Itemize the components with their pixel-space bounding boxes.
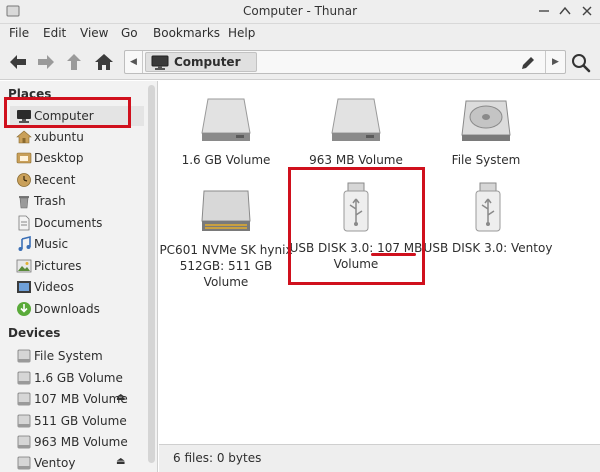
window-title: Computer - Thunar (242, 4, 358, 18)
menu-file[interactable]: File (9, 26, 29, 40)
hard-drive-icon (201, 98, 251, 141)
eject-icon[interactable]: ⏏ (116, 456, 125, 467)
up-arrow-icon[interactable] (62, 50, 86, 74)
file-item-usb-disk-ventoy[interactable]: USB DISK 3.0: Ventoy (421, 181, 555, 256)
sidebar-item-label: Music (34, 237, 69, 251)
pictures-icon (16, 259, 32, 273)
sidebar-item-recent[interactable]: Recent (10, 170, 144, 190)
sidebar-item-label: xubuntu (34, 130, 84, 144)
home-folder-icon (16, 130, 32, 144)
sidebar-item-videos[interactable]: Videos (10, 277, 144, 297)
sidebar-scrollbar[interactable] (148, 85, 155, 463)
toolbar: ◀ Computer ▶ (0, 44, 600, 80)
nvme-drive-icon (201, 190, 251, 231)
drive-icon (17, 349, 31, 363)
status-text: 6 files: 0 bytes (173, 451, 262, 465)
file-label: PC601 NVMe SK hynix 512GB: 511 GB Volume (159, 243, 293, 289)
sidebar-item-pictures[interactable]: Pictures (10, 256, 144, 276)
sidebar-item-label: File System (34, 349, 103, 363)
eject-icon[interactable]: ⏏ (116, 392, 125, 403)
location-label: Computer (174, 55, 241, 69)
menu-go[interactable]: Go (121, 26, 138, 40)
file-item-1-6gb-volume[interactable]: 1.6 GB Volume (159, 95, 293, 168)
menu-edit[interactable]: Edit (43, 26, 66, 40)
location-button-computer[interactable]: Computer (145, 52, 257, 72)
menu-bar: File Edit View Go Bookmarks Help (0, 24, 600, 44)
location-scroll-right[interactable]: ▶ (545, 51, 565, 73)
download-icon (17, 302, 31, 316)
system-drive-icon (461, 100, 511, 141)
clock-icon (17, 173, 31, 187)
file-label: 1.6 GB Volume (181, 153, 271, 167)
sidebar: Places Computer xubuntu Desktop Recent T… (0, 81, 158, 472)
close-icon[interactable] (578, 2, 596, 20)
sidebar-item-963mb-volume[interactable]: 963 MB Volume (10, 432, 144, 452)
drive-icon (17, 435, 31, 449)
drive-icon (17, 392, 31, 406)
sidebar-item-label: 107 MB Volume (34, 392, 128, 406)
menu-help[interactable]: Help (228, 26, 255, 40)
home-icon[interactable] (92, 50, 116, 74)
sidebar-item-label: Downloads (34, 302, 100, 316)
sidebar-item-label: 1.6 GB Volume (34, 371, 123, 385)
trash-icon (19, 196, 29, 209)
sidebar-item-documents[interactable]: Documents (10, 213, 144, 233)
file-item-nvme-511gb[interactable]: PC601 NVMe SK hynix 512GB: 511 GB Volume (159, 185, 293, 290)
file-item-file-system[interactable]: File System (419, 95, 553, 168)
sidebar-item-label: Pictures (34, 259, 82, 273)
sidebar-item-ventoy[interactable]: Ventoy ⏏ (10, 453, 144, 472)
documents-icon (18, 215, 30, 231)
sidebar-item-label: Desktop (34, 151, 84, 165)
drive-icon (17, 371, 31, 385)
sidebar-item-1-6gb-volume[interactable]: 1.6 GB Volume (10, 368, 144, 388)
menu-bookmarks[interactable]: Bookmarks (153, 26, 220, 40)
sidebar-item-desktop[interactable]: Desktop (10, 148, 144, 168)
location-scroll-left[interactable]: ◀ (125, 51, 143, 73)
desktop-folder-icon (16, 152, 32, 164)
status-bar: 6 files: 0 bytes (159, 444, 600, 472)
menu-view[interactable]: View (80, 26, 108, 40)
sidebar-item-music[interactable]: Music (10, 234, 144, 254)
back-arrow-icon[interactable] (6, 50, 30, 74)
sidebar-item-label: 963 MB Volume (34, 435, 128, 449)
sidebar-item-label: Trash (34, 194, 66, 208)
annotation-underline-size (371, 253, 416, 256)
sidebar-item-trash[interactable]: Trash (10, 191, 144, 211)
sidebar-item-511gb-volume[interactable]: 511 GB Volume (10, 411, 144, 431)
sidebar-item-label: Videos (34, 280, 74, 294)
file-label: 963 MB Volume (309, 153, 403, 167)
file-item-963mb-volume[interactable]: 963 MB Volume (289, 95, 423, 168)
sidebar-item-label: Ventoy (34, 456, 76, 470)
usb-stick-icon (475, 182, 501, 232)
file-label: File System (451, 153, 521, 167)
sidebar-item-file-system[interactable]: File System (10, 346, 144, 366)
annotation-box-computer (4, 97, 131, 128)
search-icon[interactable] (570, 52, 592, 74)
maximize-icon[interactable] (556, 2, 574, 20)
sidebar-item-downloads[interactable]: Downloads (10, 299, 144, 319)
file-label: USB DISK 3.0: Ventoy (423, 241, 553, 255)
sidebar-item-label: Documents (34, 216, 103, 230)
sidebar-item-label: 511 GB Volume (34, 414, 127, 428)
videos-icon (17, 281, 31, 293)
annotation-box-usb-disk (288, 167, 425, 285)
music-icon (18, 236, 31, 251)
sidebar-item-107mb-volume[interactable]: 107 MB Volume ⏏ (10, 389, 144, 409)
location-bar: ◀ Computer ▶ (124, 50, 566, 74)
sidebar-item-label: Recent (34, 173, 76, 187)
title-bar: Computer - Thunar (0, 0, 600, 24)
forward-arrow-icon[interactable] (34, 50, 58, 74)
sidebar-item-xubuntu[interactable]: xubuntu (10, 127, 144, 147)
edit-pencil-icon[interactable] (519, 54, 537, 72)
sidebar-section-devices: Devices (8, 326, 61, 340)
drive-icon (17, 456, 31, 470)
minimize-icon[interactable] (535, 2, 553, 20)
drive-icon (17, 414, 31, 428)
hard-drive-icon (331, 98, 381, 141)
monitor-icon (151, 55, 169, 70)
